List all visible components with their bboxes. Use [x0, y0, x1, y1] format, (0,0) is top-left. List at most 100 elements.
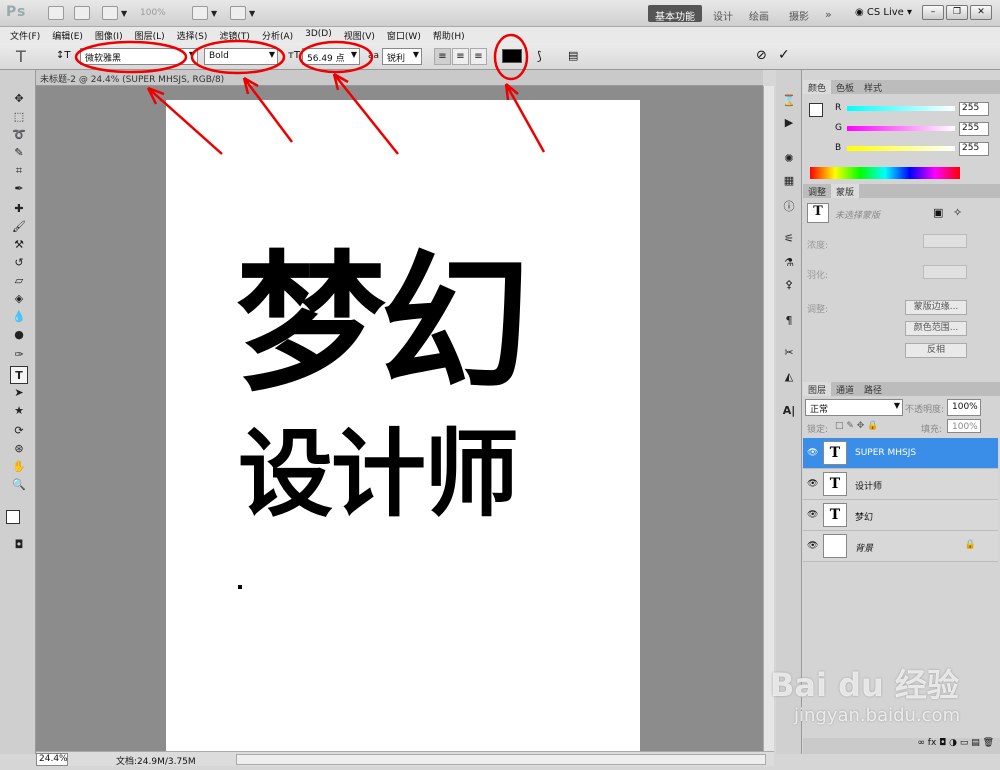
- vertical-scrollbar[interactable]: [763, 86, 774, 751]
- eye-icon[interactable]: 👁: [807, 541, 818, 551]
- quick-mask-icon[interactable]: ◘: [10, 536, 28, 554]
- info-icon[interactable]: ⓘ: [780, 198, 798, 214]
- tab-masks[interactable]: 蒙版: [831, 184, 860, 198]
- 3d-orbit-tool-icon[interactable]: ⊛: [10, 440, 28, 458]
- font-family-select[interactable]: 微软雅黑 ▼: [80, 48, 198, 65]
- 3d-rotate-tool-icon[interactable]: ⟳: [10, 422, 28, 440]
- antialias-select[interactable]: 锐利 ▼: [382, 48, 422, 65]
- type-tool-icon[interactable]: T: [10, 366, 28, 384]
- paint-bucket-tool-icon[interactable]: ◈: [10, 290, 28, 308]
- 3d-icon[interactable]: ◭: [780, 370, 798, 386]
- clone-stamp-tool-icon[interactable]: ⚒: [10, 236, 28, 254]
- workspace-design[interactable]: 设计: [706, 5, 740, 23]
- view-extras-icon[interactable]: [102, 6, 118, 20]
- screen-mode-dropdown-icon[interactable]: ▼: [249, 9, 255, 18]
- tab-channels[interactable]: 通道: [831, 382, 859, 396]
- tab-adjustments[interactable]: 调整: [803, 184, 831, 198]
- swatch-icon[interactable]: ⚗: [780, 256, 798, 272]
- menu-3d[interactable]: 3D(D): [299, 27, 338, 43]
- density-input[interactable]: [923, 234, 967, 248]
- lock-icons[interactable]: □ ✎ ✥ 🔒: [835, 421, 878, 431]
- vector-mask-icon[interactable]: ✧: [953, 206, 962, 219]
- eraser-tool-icon[interactable]: ▱: [10, 272, 28, 290]
- tab-styles[interactable]: 样式: [859, 80, 887, 94]
- g-bar[interactable]: [847, 126, 955, 131]
- eye-icon[interactable]: 👁: [807, 479, 818, 489]
- brush-tool-icon[interactable]: 🖌: [10, 218, 28, 236]
- text-layer-menghuan[interactable]: 梦幻: [236, 250, 530, 400]
- marquee-tool-icon[interactable]: ⬚: [10, 108, 28, 126]
- document-canvas[interactable]: 梦幻 设计师: [166, 100, 640, 751]
- tab-layers[interactable]: 图层: [803, 382, 832, 396]
- eye-icon[interactable]: 👁: [807, 510, 818, 520]
- align-right-icon[interactable]: ≡: [470, 48, 487, 65]
- pen-tool-icon[interactable]: ✑: [10, 346, 28, 364]
- align-left-icon[interactable]: ≡: [434, 48, 451, 65]
- move-tool-icon[interactable]: ✥: [10, 90, 28, 108]
- stamp-icon[interactable]: ⚴: [780, 278, 798, 294]
- blur-tool-icon[interactable]: 💧: [10, 308, 28, 326]
- tab-color[interactable]: 颜色: [803, 80, 832, 94]
- fill-input[interactable]: 100%: [947, 419, 981, 433]
- green-slider[interactable]: G 255: [835, 122, 995, 136]
- lasso-tool-icon[interactable]: ➰: [10, 126, 28, 144]
- layer-row[interactable]: 👁 T 设计师: [803, 469, 998, 500]
- color-spectrum-bar[interactable]: [810, 167, 960, 179]
- cancel-edit-icon[interactable]: ⊘: [756, 48, 767, 63]
- font-style-select[interactable]: Bold ▼: [204, 48, 278, 65]
- menu-window[interactable]: 窗口(W): [381, 27, 427, 43]
- font-size-input[interactable]: 56.49 点 ▼: [302, 48, 360, 65]
- eye-icon[interactable]: 👁: [807, 448, 818, 458]
- menu-select[interactable]: 选择(S): [171, 27, 214, 43]
- r-value[interactable]: 255: [959, 102, 989, 116]
- layer-row[interactable]: 👁 T 梦幻: [803, 500, 998, 531]
- align-center-icon[interactable]: ≡: [452, 48, 469, 65]
- layer-row[interactable]: 👁 T SUPER MHSJS: [803, 438, 998, 469]
- history-brush-tool-icon[interactable]: ↺: [10, 254, 28, 272]
- workspace-basic[interactable]: 基本功能: [648, 5, 702, 23]
- menu-help[interactable]: 帮助(H): [427, 27, 471, 43]
- minimize-button[interactable]: –: [922, 5, 944, 20]
- hand-tool-icon[interactable]: ✋: [10, 458, 28, 476]
- crop-tool-icon[interactable]: ⌗: [10, 162, 28, 180]
- menu-view[interactable]: 视图(V): [338, 27, 381, 43]
- layers-footer-icons[interactable]: ∞ fx ◘ ◑ ▭ ▤ 🗑: [803, 738, 1000, 754]
- color-fg-swatch[interactable]: [809, 103, 823, 117]
- dodge-tool-icon[interactable]: ●: [10, 326, 28, 344]
- workspace-paint[interactable]: 绘画: [742, 5, 776, 23]
- type-tool-preset-icon[interactable]: T: [16, 47, 26, 66]
- menu-edit[interactable]: 编辑(E): [46, 27, 89, 43]
- document-tab[interactable]: 未标题-2 @ 24.4% (SUPER MHSJS, RGB/8): [36, 70, 763, 86]
- history-icon[interactable]: ⌛: [780, 94, 798, 110]
- pixel-mask-icon[interactable]: ▣: [933, 206, 943, 219]
- clone-source-icon[interactable]: ▦: [780, 174, 798, 190]
- mini-bridge-icon[interactable]: [74, 6, 90, 20]
- workspace-photo[interactable]: 摄影: [782, 5, 816, 23]
- commit-edit-icon[interactable]: ✓: [778, 47, 790, 63]
- quick-select-tool-icon[interactable]: ✎: [10, 144, 28, 162]
- view-extras-dropdown-icon[interactable]: ▼: [121, 9, 127, 18]
- canvas-area[interactable]: 梦幻 设计师: [36, 86, 763, 751]
- feather-input[interactable]: [923, 265, 967, 279]
- status-doc-size[interactable]: 文档:24.9M/3.75M: [116, 754, 196, 767]
- actions-icon[interactable]: ▶: [780, 116, 798, 132]
- cs-live-button[interactable]: ◉ CS Live ▾: [855, 7, 912, 18]
- workspace-more-icon[interactable]: »: [818, 5, 839, 22]
- paragraph-icon[interactable]: ¶: [780, 314, 798, 330]
- character-icon[interactable]: A|: [780, 404, 798, 420]
- tab-paths[interactable]: 路径: [859, 382, 887, 396]
- zoom-tool-icon[interactable]: 🔍: [10, 476, 28, 494]
- menu-filter[interactable]: 滤镜(T): [213, 27, 256, 43]
- foreground-color-swatch[interactable]: [6, 510, 20, 524]
- screen-mode-icon[interactable]: [230, 6, 246, 20]
- tab-swatches[interactable]: 色板: [831, 80, 859, 94]
- layer-row[interactable]: 👁 背景 🔒: [803, 531, 998, 562]
- brushes-icon[interactable]: ✺: [780, 152, 798, 168]
- arrange-documents-icon[interactable]: [192, 6, 208, 20]
- menu-file[interactable]: 文件(F): [4, 27, 46, 43]
- tool-presets-icon[interactable]: ⚟: [780, 232, 798, 248]
- b-value[interactable]: 255: [959, 142, 989, 156]
- text-layer-shejishi[interactable]: 设计师: [238, 420, 519, 530]
- zoom-level-combo[interactable]: 100%: [140, 8, 166, 18]
- restore-button[interactable]: ❐: [946, 5, 968, 20]
